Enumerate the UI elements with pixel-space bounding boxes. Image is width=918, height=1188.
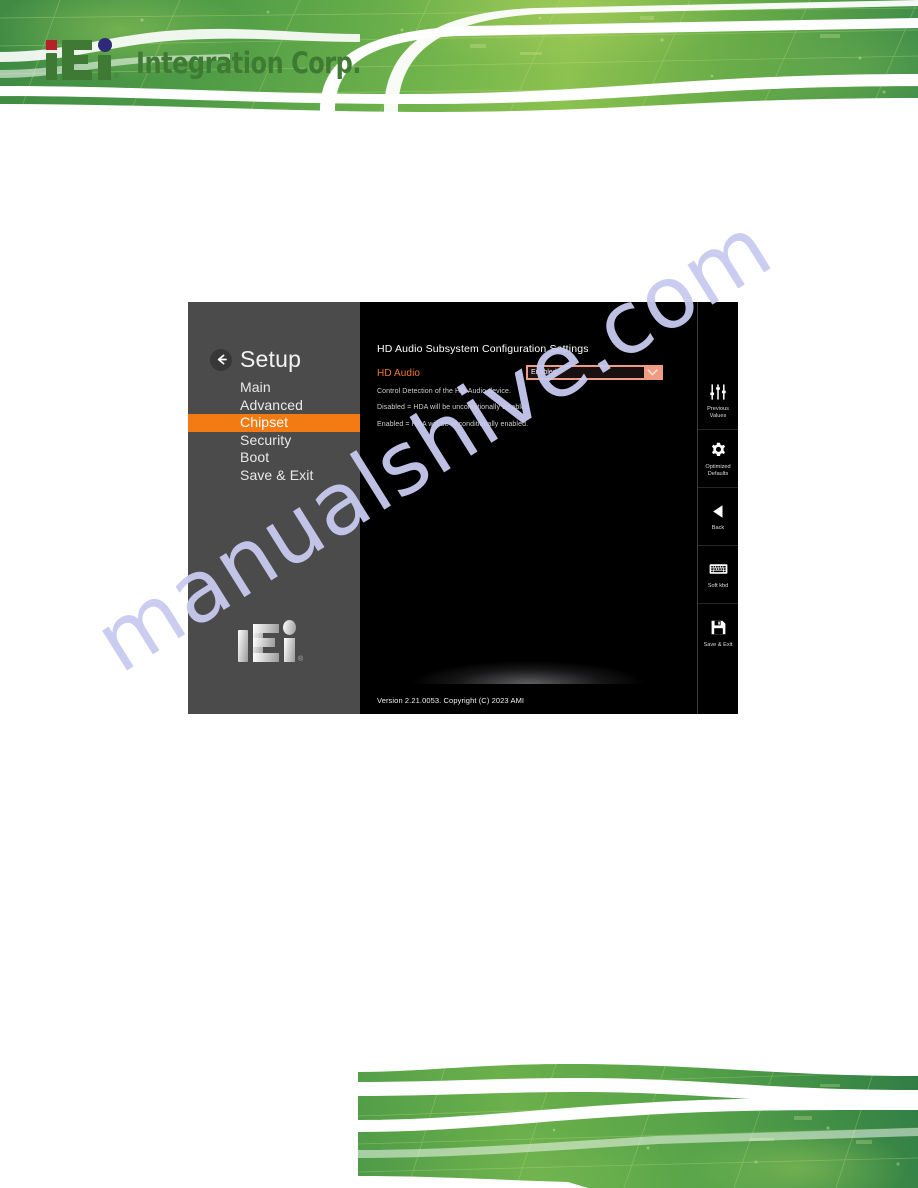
iei-logo: ® Integration Corp. [46,36,381,80]
tool-back[interactable]: Back [698,488,738,546]
sidebar-item-boot[interactable]: Boot [188,449,360,467]
floppy-disk-icon [710,618,727,638]
sidebar-item-advanced[interactable]: Advanced [188,397,360,415]
sidebar-item-save-and-exit[interactable]: Save & Exit [188,467,360,485]
footer-banner [358,1058,918,1188]
registered-mark: ® [298,656,304,663]
hd-audio-dropdown-value: Enabled [528,367,644,378]
bios-version-text: Version 2.21.0053. Copyright (C) 2023 AM… [377,696,525,705]
logo-wordmark: Integration Corp. [136,46,362,80]
help-text-line-1: Control Detection of the HD-Audio device… [377,388,512,395]
help-text-line-3: Enabled = HDA will be unconditionally en… [377,421,529,428]
section-heading: HD Audio Subsystem Configuration Setting… [377,343,589,355]
back-arrow-icon[interactable] [210,348,232,371]
bios-tool-sidebar: Previous Values Optimized Defaults Back … [697,302,738,714]
document-page: ® Integration Corp. Setup Main Advanced … [0,0,918,1188]
gear-icon [710,440,727,460]
header-banner: ® Integration Corp. [0,0,918,112]
tool-label: Back [711,525,725,532]
page-title: Setup [240,346,302,372]
tool-soft-keyboard[interactable]: Soft kbd [698,546,738,604]
keyboard-icon [709,559,728,579]
bios-setup-window: Setup Main Advanced Chipset Security Boo… [188,302,738,714]
panel-glow [380,650,677,684]
sidebar-item-chipset[interactable]: Chipset [188,414,360,432]
iei-logo-icon: ® [238,620,304,668]
tool-label: Soft kbd [707,583,729,590]
setup-title-row: Setup [210,346,360,373]
footer-swoosh-curves [358,1058,918,1188]
tool-optimized-defaults[interactable]: Optimized Defaults [698,430,738,488]
iei-logo-icon: ® [46,38,132,80]
triangle-left-icon [710,501,727,521]
help-text-line-2: Disabled = HDA will be unconditionally d… [377,404,529,411]
registered-mark: ® [114,73,120,80]
tool-label: Optimized Defaults [705,464,731,477]
bios-main-panel: HD Audio Subsystem Configuration Setting… [360,302,697,714]
hd-audio-dropdown[interactable]: Enabled [526,365,663,380]
tool-label: Previous Values [707,406,729,419]
tool-label: Save & Exit [703,641,733,648]
setting-label-hd-audio: HD Audio [377,368,421,379]
bios-navigation-sidebar: Setup Main Advanced Chipset Security Boo… [188,302,360,714]
sliders-icon [709,382,727,402]
sidebar-item-security[interactable]: Security [188,432,360,450]
bios-menu-list: Main Advanced Chipset Security Boot Save… [188,379,360,484]
chevron-down-icon[interactable] [644,368,661,377]
sidebar-item-main[interactable]: Main [188,379,360,397]
tool-save-and-exit[interactable]: Save & Exit [698,604,738,662]
tool-previous-values[interactable]: Previous Values [698,372,738,430]
